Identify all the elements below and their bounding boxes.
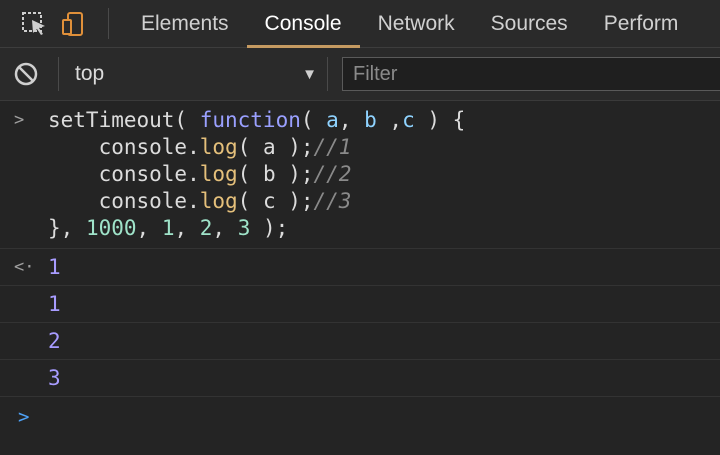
prompt-chevron-icon: >	[18, 406, 30, 428]
inspect-element-button[interactable]	[14, 0, 54, 47]
tab-sources[interactable]: Sources	[473, 0, 586, 47]
filter-wrapper	[342, 57, 720, 91]
return-chevron-icon: <·	[14, 257, 35, 277]
tab-network[interactable]: Network	[360, 0, 473, 47]
console-log-message: 2	[0, 323, 720, 360]
console-return-value: <· 1	[0, 249, 720, 286]
tab-performance[interactable]: Perform	[586, 0, 697, 47]
log-value-text: 2	[48, 329, 61, 353]
console-input-code: setTimeout( function( a, b ,c ) { consol…	[0, 101, 720, 248]
dropdown-arrow-icon: ▼	[302, 65, 317, 83]
code-line: console.log( b );//2	[48, 162, 352, 186]
console-toolbar: top ▼	[0, 48, 720, 101]
tab-separator	[108, 8, 109, 39]
code-line: }, 1000, 1, 2, 3 );	[48, 216, 289, 240]
context-selector[interactable]: top ▼	[69, 62, 327, 86]
console-prompt[interactable]: >	[0, 397, 720, 437]
tab-elements[interactable]: Elements	[123, 0, 247, 47]
code-line: console.log( c );//3	[48, 189, 352, 213]
device-toolbar-icon	[62, 11, 83, 36]
console-messages: > setTimeout( function( a, b ,c ) { cons…	[0, 101, 720, 437]
console-input-entry: > setTimeout( function( a, b ,c ) { cons…	[0, 101, 720, 249]
context-selector-label: top	[75, 62, 105, 85]
device-toolbar-button[interactable]	[54, 0, 94, 47]
code-line: console.log( a );//1	[48, 135, 352, 159]
tab-console[interactable]: Console	[246, 0, 360, 48]
devtools-tabbar: Elements Console Network Sources Perform	[0, 0, 720, 48]
console-log-message: 1	[0, 286, 720, 323]
clear-console-button[interactable]	[6, 54, 46, 94]
toolbar-separator	[58, 57, 59, 91]
log-value-text: 3	[48, 366, 61, 390]
input-chevron-icon: >	[14, 110, 25, 130]
log-value-text: 1	[48, 292, 61, 316]
clear-console-icon	[14, 62, 38, 86]
return-value-text: 1	[48, 255, 61, 279]
inspect-element-icon	[22, 11, 45, 35]
console-log-message: 3	[0, 360, 720, 397]
code-line: setTimeout( function( a, b ,c ) {	[48, 108, 466, 132]
filter-input[interactable]	[342, 57, 720, 91]
toolbar-separator	[327, 57, 328, 91]
